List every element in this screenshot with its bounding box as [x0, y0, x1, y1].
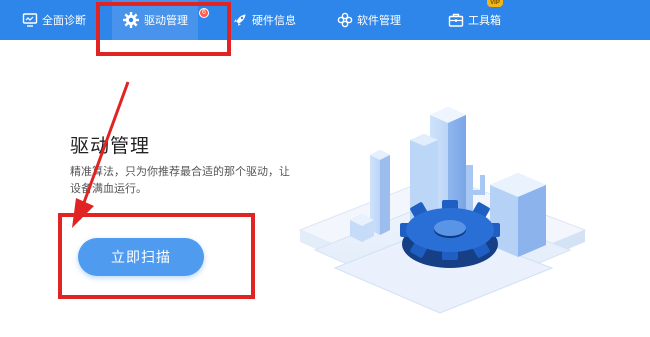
monitor-icon [22, 12, 38, 28]
tab-software-management[interactable]: 软件管理 [337, 0, 401, 40]
tab-full-diagnosis[interactable]: 全面诊断 [22, 0, 86, 40]
update-count-badge: 6 [199, 8, 209, 18]
tab-label: 全面诊断 [42, 15, 86, 27]
tab-label: 软件管理 [357, 15, 401, 27]
apps-icon [337, 12, 353, 28]
vip-tag: VIP [487, 0, 503, 7]
tab-hardware-info[interactable]: 硬件信息 [232, 0, 296, 40]
tab-label: 硬件信息 [252, 15, 296, 27]
tab-label: 驱动管理 [144, 15, 188, 27]
scan-now-button[interactable]: 立即扫描 [78, 238, 204, 276]
tab-driver-management[interactable]: 驱动管理 [112, 0, 198, 40]
toolbox-icon [448, 12, 464, 28]
page-title: 驱动管理 [70, 136, 151, 157]
gear-icon [122, 11, 140, 29]
tab-label: 工具箱 [468, 15, 501, 27]
rocket-icon [232, 12, 248, 28]
top-nav: 全面诊断 驱动管理 6 硬件信息 软件管理 工具箱 VIP [0, 0, 650, 40]
driver-illustration [290, 80, 600, 337]
page-description: 精准算法，只为你推荐最合适的那个驱动，让设备满血运行。 [70, 166, 290, 195]
